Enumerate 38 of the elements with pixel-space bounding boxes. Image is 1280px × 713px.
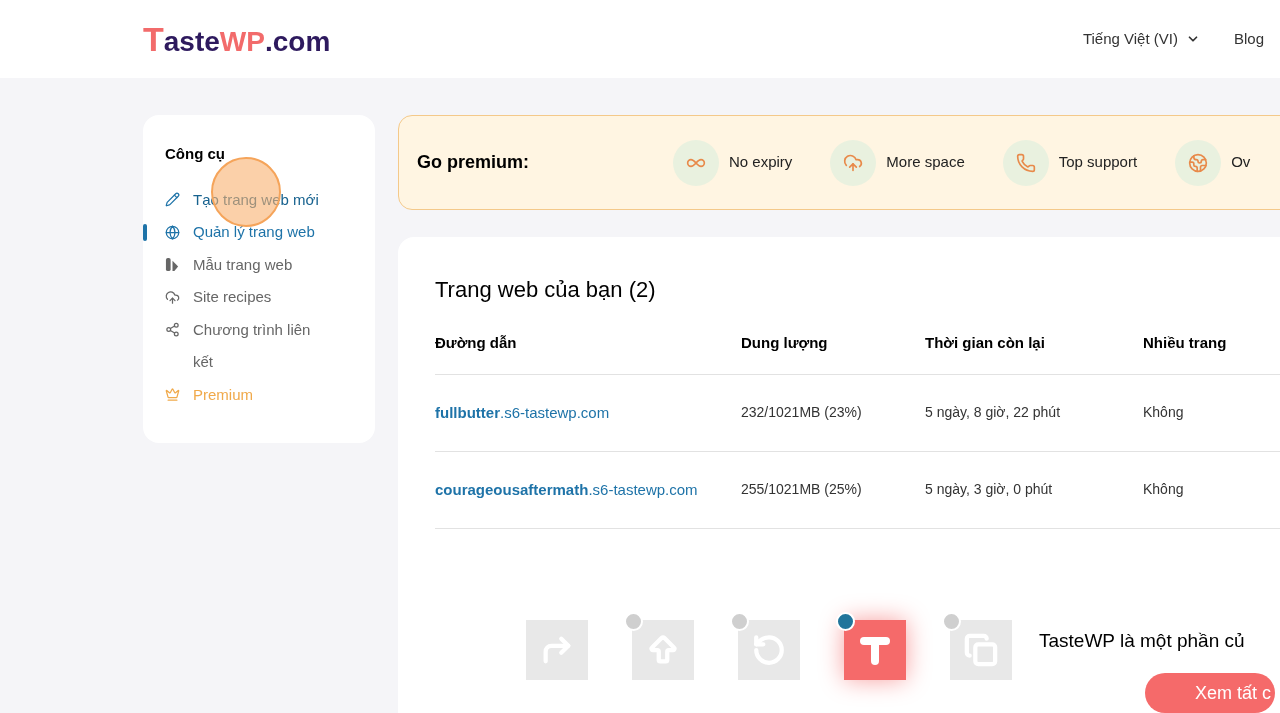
column-header: Nhiều trang [1143,333,1228,353]
premium-title: Go premium: [417,151,530,174]
globe-icon [165,224,180,240]
table-cell-text: 5 ngày, 3 giờ, 0 phút [925,480,1054,499]
table-cell-text: 5 ngày, 8 giờ, 22 phút [925,403,1062,422]
crown-icon [165,387,180,403]
feature-label: No expiry [729,152,793,173]
column-header: Thời gian còn lại [925,333,1046,353]
table-cell-text: 232/1021MB (23%) [741,403,863,422]
site-link[interactable]: fullbutter.s6-tastewp.com [435,404,741,421]
sidebar-item[interactable]: Mẫu trang web [143,248,359,281]
sites-title: Trang web của bạn (2) [435,276,657,304]
column-header: Dung lượng [741,333,829,353]
sidebar-item[interactable]: Chương trình liên kết [143,313,359,379]
table-cell-text: 255/1021MB (25%) [741,480,863,499]
product-tile[interactable] [632,619,694,680]
pencil-icon [165,192,180,208]
feature-label: More space [886,152,965,173]
table-cell-text: Không [1143,480,1185,499]
infinity-icon [673,139,719,186]
feature-label: Ov [1231,152,1251,173]
sidebar-title: Công cụ [165,144,226,164]
promo-text: TasteWP là một phần củ [1039,628,1245,653]
product-tile[interactable] [950,619,1012,680]
cloud-upload-icon [165,289,180,305]
column-header: Đường dẫn [435,333,518,353]
site-link[interactable]: courageousaftermath.s6-tastewp.com [435,481,741,498]
nav-link[interactable]: Blog [1233,27,1264,51]
feature-label: Top support [1058,152,1138,173]
language-dropdown[interactable]: Tiếng Việt (VI) [1082,27,1200,51]
templates-icon [165,257,180,273]
product-tile[interactable] [738,619,800,680]
logo[interactable]: TasteWP.com [143,22,331,56]
sidebar-item[interactable]: Site recipes [143,281,359,314]
share-icon [165,322,180,338]
product-tile[interactable] [844,619,906,680]
table-cell-text: Không [1143,403,1185,422]
sidebar-item[interactable]: Quản lý trang web [143,216,359,249]
